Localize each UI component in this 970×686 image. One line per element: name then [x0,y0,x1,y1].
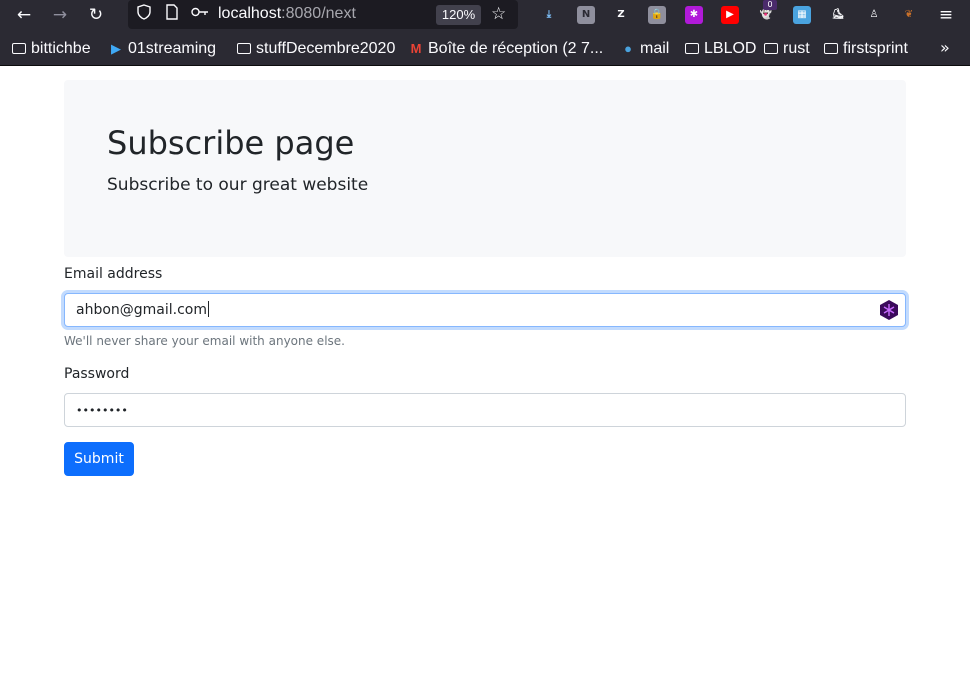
hamburger-menu-icon[interactable]: ≡ [934,3,958,27]
text-caret [208,301,210,317]
forward-arrow-icon[interactable]: → [48,3,72,27]
browser-toolbar: ← → ↻ localhost:8080/next 120% ☆ ⤓ N Z 🔒 ✱ ▶ 👻… [0,0,970,30]
bookmark-label: bittichbe [31,40,91,57]
url-text[interactable]: localhost:8080/next [218,4,356,24]
password-manager-icon[interactable] [878,299,900,321]
page-icon[interactable] [162,4,182,26]
jumbotron: Subscribe page Subscribe to our great we… [64,80,906,257]
mail-icon: ● [624,41,632,56]
folder-icon [12,43,26,54]
leaf-extension-icon[interactable]: ❦ [900,6,918,24]
folder-icon [824,43,838,54]
bookmark-bittichbe[interactable]: bittichbe [12,39,91,59]
bookmark-stuffdecembre2020[interactable]: stuffDecembre2020 [237,39,395,59]
email-help-text: We'll never share your email with anyone… [64,334,345,348]
star-icon[interactable]: ☆ [491,4,506,24]
email-label: Email address [64,266,163,282]
bookmark-firstsprint[interactable]: firstsprint [824,39,908,59]
url-path: :8080/next [281,5,356,22]
folder-icon [237,43,251,54]
reload-icon[interactable]: ↻ [84,3,108,27]
lock-extension-icon[interactable]: 🔒 [648,6,666,24]
bookmark-label: LBLOD [704,40,757,57]
person-extension-icon[interactable]: ♙ [865,6,883,24]
password-label: Password [64,366,130,382]
page-title: Subscribe page [107,124,355,162]
back-arrow-icon[interactable]: ← [12,3,36,27]
n-extension-icon[interactable]: N [577,6,595,24]
bookmarks-toolbar: bittichbe ▶ 01streaming stuffDecembre2020… [0,30,970,66]
password-value: •••••••• [76,404,128,417]
zoom-level-button[interactable]: 120% [436,5,481,25]
email-field[interactable]: ahbon@gmail.com [64,293,906,327]
email-value: ahbon@gmail.com [76,301,210,319]
key-icon[interactable] [190,4,210,24]
bookmark-label: rust [783,40,810,57]
chevron-more-icon[interactable]: » [940,38,950,58]
bookmark-rust[interactable]: rust [764,39,810,59]
bookmark-01streaming[interactable]: ▶ 01streaming [108,39,216,59]
gmail-icon: M [410,41,422,56]
youtube-icon[interactable]: ▶ [721,6,739,24]
play-icon: ▶ [111,41,121,56]
bookmark-gmail[interactable]: M Boîte de réception (2 7... [408,39,604,59]
bookmark-label: firstsprint [843,40,908,57]
download-icon[interactable]: ⤓ [540,6,558,24]
shield-icon[interactable] [134,4,154,26]
bookmark-label: stuffDecembre2020 [256,40,396,57]
shoe-extension-icon[interactable]: ⛸ [829,6,847,24]
bookmark-label: 01streaming [128,40,217,57]
bookmark-label: Boîte de réception (2 7... [428,40,604,57]
submit-button[interactable]: Submit [64,442,134,476]
bookmark-lblod[interactable]: LBLOD [685,39,756,59]
page-subtitle: Subscribe to our great website [107,175,369,195]
windows-extension-icon[interactable]: ▦ [793,6,811,24]
zotero-icon[interactable]: Z [612,6,630,24]
email-text: ahbon@gmail.com [76,302,208,318]
password-field[interactable]: •••••••• [64,393,906,427]
hex-extension-icon[interactable]: ✱ [685,6,703,24]
url-bar[interactable]: localhost:8080/next 120% ☆ [128,0,518,29]
bookmark-label: mail [640,40,670,57]
url-host: localhost [218,5,282,22]
bookmark-mail[interactable]: ● mail [620,39,669,59]
extension-badge: 0 [763,0,777,10]
folder-icon [685,43,699,54]
folder-icon [764,43,778,54]
